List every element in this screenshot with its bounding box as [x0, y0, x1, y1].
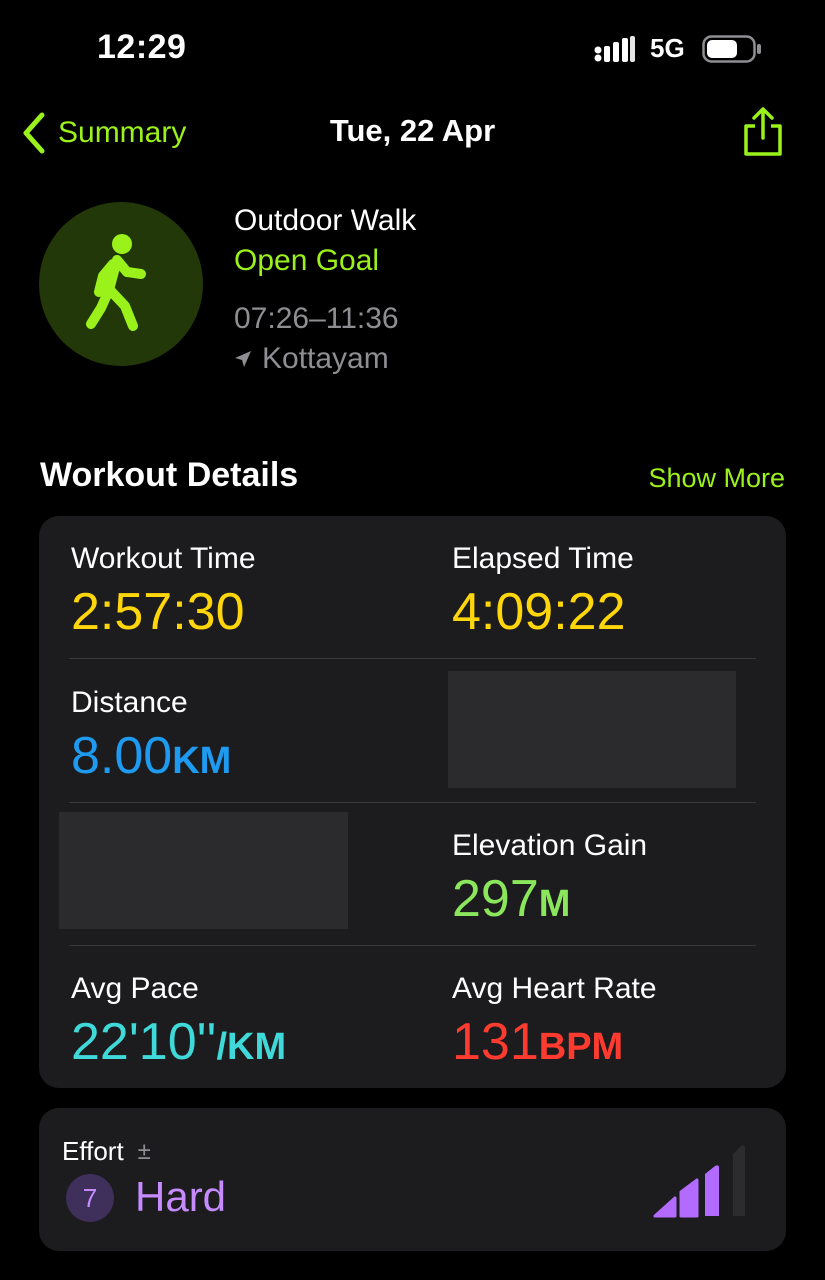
workout-time-range: 07:26–11:36 — [234, 302, 399, 335]
stat-label: Elevation Gain — [452, 829, 648, 862]
section-title: Workout Details — [40, 456, 299, 494]
effort-level: Hard — [135, 1173, 227, 1220]
show-more-link[interactable]: Show More — [620, 463, 785, 494]
location-name: Kottayam — [262, 342, 389, 375]
stat-label: Avg Pace — [71, 972, 199, 1005]
workout-location: Kottayam — [234, 342, 389, 376]
workout-type: Outdoor Walk — [234, 204, 417, 237]
stat-label: Avg Heart Rate — [452, 972, 657, 1005]
stat-elevation-gain: Elevation Gain 297M — [452, 829, 647, 925]
stat-value: 131BPM — [452, 1013, 624, 1071]
share-icon[interactable] — [740, 106, 786, 158]
stat-workout-time: Workout Time 2:57:30 — [71, 542, 256, 638]
page-title: Tue, 22 Apr — [329, 113, 496, 148]
stat-label: Workout Time — [71, 542, 256, 575]
effort-card[interactable]: Effort ± 7 Hard — [39, 1108, 786, 1251]
effort-bars-icon — [653, 1145, 745, 1218]
stat-avg-heart-rate: Avg Heart Rate 131BPM — [452, 972, 657, 1068]
effort-score-badge: 7 — [66, 1174, 114, 1222]
network-type: 5G — [650, 33, 685, 63]
plus-minus-icon: ± — [137, 1137, 151, 1165]
cellular-signal-icon — [594, 36, 635, 62]
workout-goal: Open Goal — [234, 244, 380, 277]
workout-avatar — [39, 202, 203, 366]
walking-figure-icon — [86, 234, 146, 331]
workout-details-card: Workout Time 2:57:30 Elapsed Time 4:09:2… — [39, 516, 786, 1088]
stat-value: 22'10''/KM — [71, 1013, 287, 1071]
stat-distance: Distance 8.00KM — [71, 686, 231, 782]
stat-value: 8.00KM — [71, 727, 232, 785]
stat-label: Elapsed Time — [452, 542, 634, 575]
stat-avg-pace: Avg Pace 22'10''/KM — [71, 972, 286, 1068]
location-arrow-icon — [235, 351, 251, 367]
stat-elapsed-time: Elapsed Time 4:09:22 — [452, 542, 634, 638]
stat-label: Distance — [71, 686, 188, 719]
effort-header: Effort ± — [62, 1136, 151, 1167]
effort-label: Effort — [62, 1136, 124, 1166]
redacted-block — [448, 671, 736, 788]
stat-value: 297M — [452, 870, 571, 928]
redacted-block — [59, 812, 348, 929]
divider — [69, 658, 756, 659]
stat-value: 4:09:22 — [452, 583, 626, 641]
divider — [69, 802, 756, 803]
status-time: 12:29 — [97, 28, 187, 66]
divider — [69, 945, 756, 946]
stat-value: 2:57:30 — [71, 583, 245, 641]
battery-icon — [702, 35, 761, 63]
